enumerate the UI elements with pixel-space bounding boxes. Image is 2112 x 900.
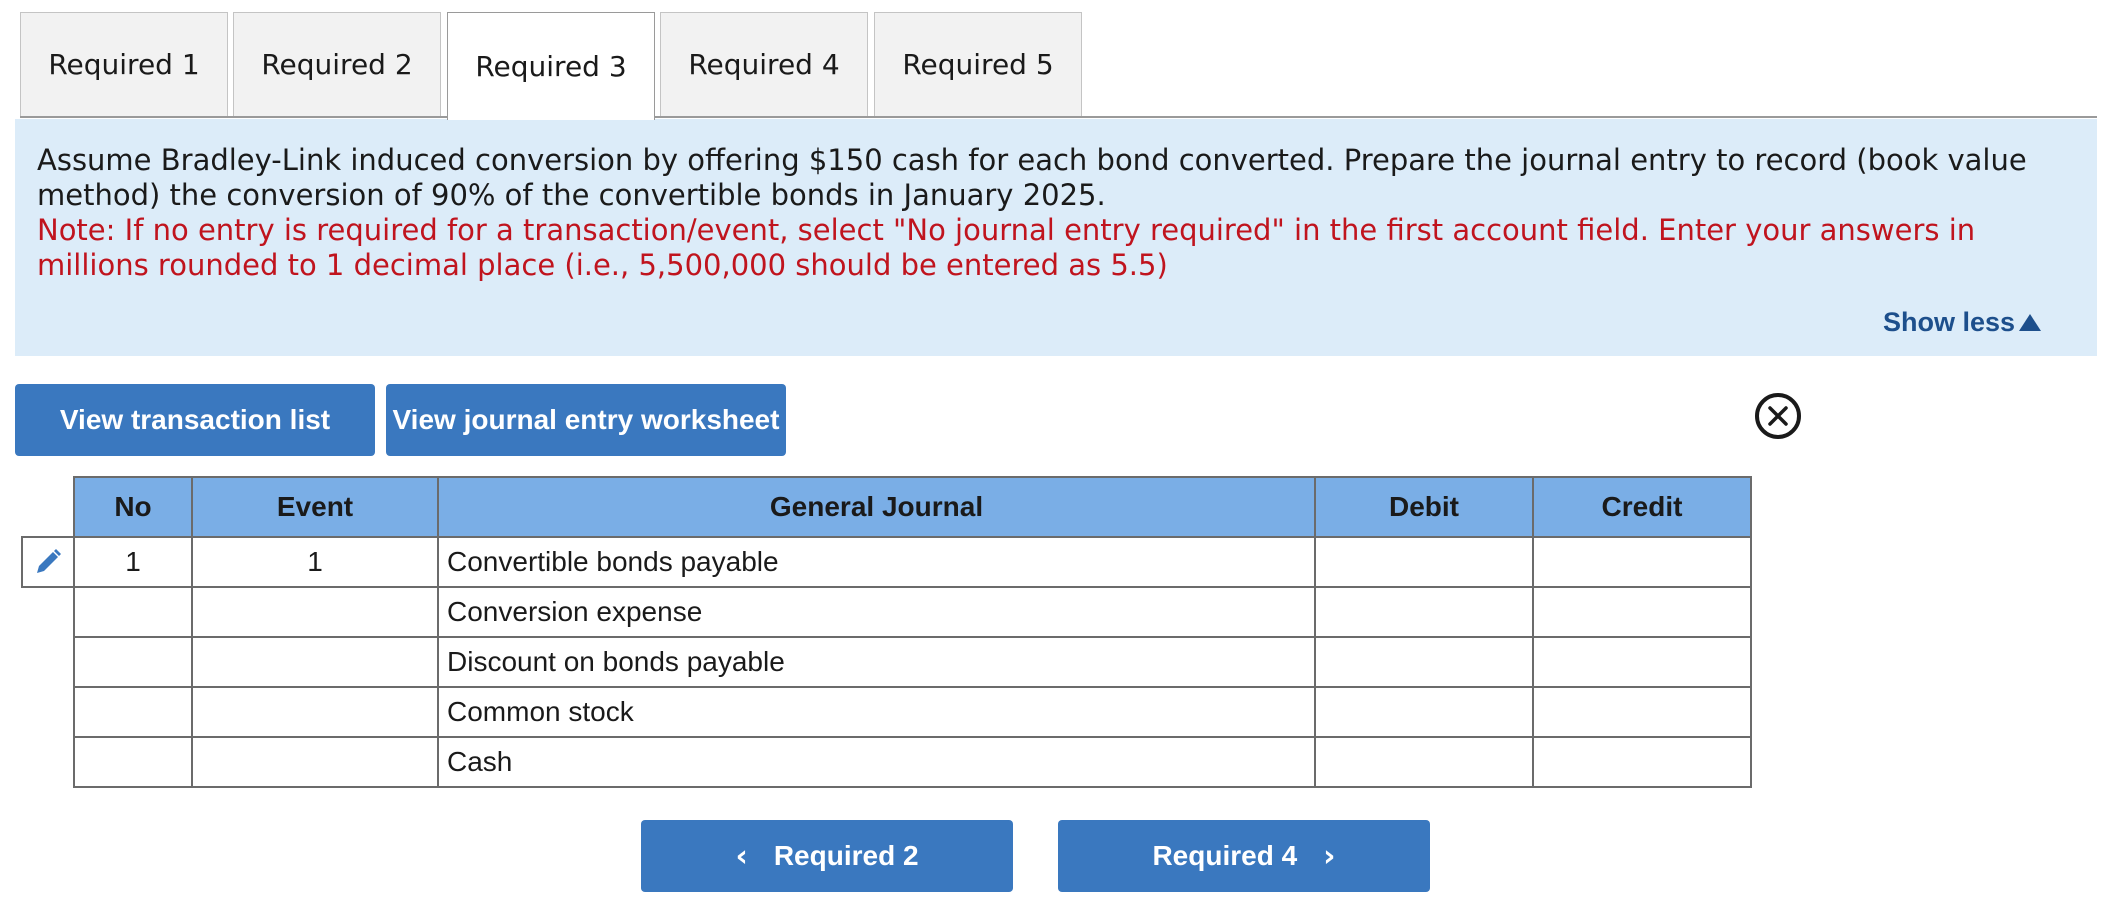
row-credit[interactable] <box>1532 736 1752 788</box>
row-credit[interactable] <box>1532 536 1752 588</box>
instructions-text: Assume Bradley-Link induced conversion b… <box>37 143 2027 212</box>
instructions-note: Note: If no entry is required for a tran… <box>37 213 1976 282</box>
row-event: 1 <box>191 536 439 588</box>
show-less-label: Show less <box>1882 307 2015 337</box>
row-account[interactable]: Conversion expense <box>437 586 1316 638</box>
row-no <box>73 736 193 788</box>
tab-required-3[interactable]: Required 3 <box>447 12 655 120</box>
chevron-left-icon: ‹ <box>735 838 748 874</box>
row-account[interactable]: Cash <box>437 736 1316 788</box>
header-no: No <box>73 476 193 538</box>
table-row: Conversion expense <box>73 586 1752 638</box>
row-account[interactable]: Discount on bonds payable <box>437 636 1316 688</box>
show-less-toggle[interactable]: Show less <box>1883 307 2041 338</box>
row-debit[interactable] <box>1314 536 1534 588</box>
header-general-journal: General Journal <box>437 476 1316 538</box>
table-row: Common stock <box>73 686 1752 738</box>
prev-required-label: Required 2 <box>773 840 919 871</box>
row-debit[interactable] <box>1314 686 1534 738</box>
row-debit[interactable] <box>1314 636 1534 688</box>
header-event: Event <box>191 476 439 538</box>
row-no: 1 <box>73 536 193 588</box>
tab-required-1[interactable]: Required 1 <box>20 12 228 116</box>
pencil-icon <box>37 549 61 573</box>
chevron-right-icon: › <box>1323 838 1336 874</box>
row-event <box>191 586 439 638</box>
tab-required-4[interactable]: Required 4 <box>660 12 868 116</box>
row-debit[interactable] <box>1314 736 1534 788</box>
table-row: 1 1 Convertible bonds payable <box>73 536 1752 588</box>
instructions-panel: Assume Bradley-Link induced conversion b… <box>15 119 2097 356</box>
row-account[interactable]: Common stock <box>437 686 1316 738</box>
row-event <box>191 736 439 788</box>
row-no <box>73 586 193 638</box>
next-required-label: Required 4 <box>1152 840 1298 871</box>
table-row: Discount on bonds payable <box>73 636 1752 688</box>
header-debit: Debit <box>1314 476 1534 538</box>
row-debit[interactable] <box>1314 586 1534 638</box>
triangle-up-icon <box>2019 314 2041 331</box>
row-credit[interactable] <box>1532 586 1752 638</box>
row-account[interactable]: Convertible bonds payable <box>437 536 1316 588</box>
table-row: Cash <box>73 736 1752 788</box>
journal-header-row: No Event General Journal Debit Credit <box>73 476 1752 538</box>
row-credit[interactable] <box>1532 636 1752 688</box>
header-credit: Credit <box>1532 476 1752 538</box>
tab-divider <box>20 116 2097 118</box>
row-no <box>73 686 193 738</box>
view-journal-worksheet-button[interactable]: View journal entry worksheet <box>386 384 786 456</box>
close-x-glyph <box>1768 406 1788 426</box>
tab-required-5[interactable]: Required 5 <box>874 12 1082 116</box>
close-circle-icon[interactable] <box>1755 393 1801 439</box>
row-event <box>191 686 439 738</box>
edit-entry-button[interactable] <box>21 536 73 588</box>
row-no <box>73 636 193 688</box>
prev-required-button[interactable]: ‹ Required 2 <box>641 820 1013 892</box>
view-transaction-list-button[interactable]: View transaction list <box>15 384 375 456</box>
row-credit[interactable] <box>1532 686 1752 738</box>
next-required-button[interactable]: Required 4 › <box>1058 820 1430 892</box>
journal-table: No Event General Journal Debit Credit 1 … <box>73 476 1752 788</box>
tab-required-2[interactable]: Required 2 <box>233 12 441 116</box>
row-event <box>191 636 439 688</box>
